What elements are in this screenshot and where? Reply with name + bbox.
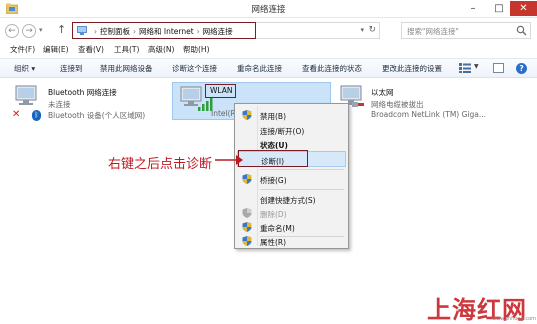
menu-item-label: 桥接(G) <box>260 176 287 185</box>
menu-item-status[interactable]: 状态(U) <box>237 136 346 152</box>
adapter-device: Bluetooth 设备(个人区域网) <box>48 111 146 120</box>
adapter-bluetooth[interactable]: ✕ ᛒ Bluetooth 网络连接 未连接 Bluetooth 设备(个人区域… <box>12 84 172 121</box>
connect-to-button[interactable]: 连接到 <box>60 63 83 74</box>
menu-item-label: 属性(R) <box>260 238 287 247</box>
shield-icon <box>242 208 252 218</box>
view-dropdown-icon[interactable]: ▼ <box>474 63 479 70</box>
menu-item-label: 禁用(B) <box>260 112 286 121</box>
preview-pane-icon[interactable] <box>493 63 504 73</box>
command-bar: 组织 ▾ 连接到 禁用此网络设备 诊断这个连接 重命名此连接 查看此连接的状态 … <box>0 58 537 78</box>
close-button[interactable]: ✕ <box>510 1 537 16</box>
breadcrumb-item-network-internet[interactable]: 网络和 Internet <box>139 26 194 37</box>
breadcrumb-item-network-connections[interactable]: 网络连接 <box>203 26 233 37</box>
breadcrumb-separator: › <box>196 27 200 36</box>
view-options-icon[interactable] <box>459 63 471 73</box>
address-dropdown-icon[interactable]: ▾ <box>360 26 364 34</box>
search-input[interactable]: 搜索"网络连接" <box>401 22 531 39</box>
control-panel-icon <box>77 26 87 35</box>
breadcrumb-separator: › <box>94 27 97 36</box>
breadcrumb: › 控制面板 › 网络和 Internet › 网络连接 <box>91 26 233 37</box>
address-bar[interactable]: › 控制面板 › 网络和 Internet › 网络连接 <box>72 22 256 39</box>
diagnose-connection-button[interactable]: 诊断这个连接 <box>172 63 217 74</box>
adapter-name: 以太网 <box>371 88 394 97</box>
menu-item-label: 状态(U) <box>260 141 288 150</box>
shield-icon <box>242 222 252 232</box>
menu-file[interactable]: 文件(F) <box>10 44 35 55</box>
disconnected-x-icon: ✕ <box>12 109 21 120</box>
menu-separator <box>260 189 344 190</box>
menu-advanced[interactable]: 高级(N) <box>148 44 174 55</box>
adapter-status: 网络电缆被拔出 <box>371 100 424 109</box>
menu-bar: 文件(F) 编辑(E) 查看(V) 工具(T) 高级(N) 帮助(H) <box>0 42 537 57</box>
up-button[interactable]: ↑ <box>57 23 66 36</box>
help-icon[interactable]: ? <box>516 63 527 74</box>
search-icon[interactable] <box>516 25 527 36</box>
adapter-status: 未连接 <box>48 100 71 109</box>
organize-button[interactable]: 组织 ▾ <box>14 63 35 74</box>
bluetooth-icon: ᛒ <box>32 110 41 121</box>
network-computer-icon <box>15 85 37 105</box>
menu-item-properties[interactable]: 属性(R) <box>237 233 346 249</box>
breadcrumb-separator: › <box>133 27 136 36</box>
menu-edit[interactable]: 编辑(E) <box>43 44 69 55</box>
menu-item-bridge[interactable]: 桥接(G) <box>237 171 346 187</box>
back-button[interactable]: ← <box>5 24 19 38</box>
menu-help[interactable]: 帮助(H) <box>183 44 210 55</box>
annotation-text: 右键之后点击诊断 <box>108 157 213 172</box>
shield-icon <box>242 110 252 120</box>
disable-device-button[interactable]: 禁用此网络设备 <box>100 63 153 74</box>
search-placeholder: 搜索"网络连接" <box>407 27 459 36</box>
navigation-bar: ← → ▾ ↑ › 控制面板 › 网络和 Internet › 网络连接 ▾ ↻ 搜索"网… <box>0 18 537 42</box>
context-menu: 禁用(B) 连接/断开(O) 状态(U) 诊断(I) 桥接(G) 创建快捷方式(… <box>234 103 349 249</box>
address-bar-extension[interactable]: ▾ ↻ <box>256 22 380 39</box>
adapter-name: Bluetooth 网络连接 <box>48 88 117 97</box>
rename-connection-button[interactable]: 重命名此连接 <box>237 63 282 74</box>
watermark-url: www.shhong.com <box>492 316 537 322</box>
breadcrumb-item-control-panel[interactable]: 控制面板 <box>100 26 130 37</box>
minimize-button[interactable]: – <box>460 1 486 16</box>
shield-icon <box>242 174 252 184</box>
menu-tools[interactable]: 工具(T) <box>114 44 139 55</box>
refresh-icon[interactable]: ↻ <box>368 25 376 35</box>
change-settings-button[interactable]: 更改此连接的设置 <box>382 63 442 74</box>
menu-item-diagnose[interactable]: 诊断(I) <box>237 151 346 167</box>
shield-icon <box>242 236 252 246</box>
recent-locations-dropdown[interactable]: ▾ <box>39 26 43 34</box>
adapter-name: WLAN <box>210 86 233 95</box>
view-status-button[interactable]: 查看此连接的状态 <box>302 63 362 74</box>
adapter-device: Broadcom NetLink (TM) Giga... <box>371 110 487 119</box>
title-bar: 网络连接 – □ ✕ <box>0 0 537 18</box>
menu-item-label: 诊断(I) <box>261 157 285 166</box>
menu-item-disable[interactable]: 禁用(B) <box>237 107 346 123</box>
cable-unplugged-icon <box>352 102 364 107</box>
menu-view[interactable]: 查看(V) <box>78 44 104 55</box>
window-title: 网络连接 <box>251 5 286 15</box>
menu-separator <box>260 169 344 170</box>
maximize-button[interactable]: □ <box>486 1 512 16</box>
forward-button[interactable]: → <box>22 24 36 38</box>
adapter-ethernet[interactable]: 以太网 网络电缆被拔出 Broadcom NetLink (TM) Giga..… <box>337 84 537 120</box>
